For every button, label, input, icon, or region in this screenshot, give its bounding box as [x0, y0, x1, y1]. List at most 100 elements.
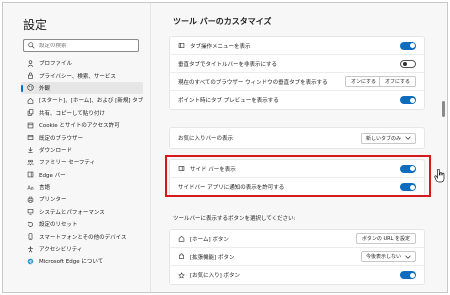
sidebar-item-privacy[interactable]: プライバシー、検索、サービス [21, 69, 143, 81]
palette-icon [27, 84, 34, 92]
highlight-box [165, 155, 431, 197]
sidebar-item-label: ダウンロード [39, 147, 73, 154]
sidebar-item-phone[interactable]: スマートフォンとその他のデバイス [21, 230, 143, 242]
sidebar-item-printers[interactable]: プリンター [21, 193, 143, 205]
settings-sidebar: 設定 プロファイル プライバシー、検索、サービス 外観 [スタート]、[ホーム]… [3, 3, 151, 292]
printer-icon [27, 196, 34, 203]
toolbar-buttons-card: [ホーム] ボタン ボタンの URL を設定 [拡張機能] ボタン 今後表示しな… [169, 229, 425, 285]
system-icon [27, 209, 34, 215]
extensions-select-value: 今後表示しない [365, 254, 401, 260]
sidebar-item-start-home[interactable]: [スタート]、[ホーム]、および [新規] タブ [21, 94, 143, 106]
settings-main: ツール バーのカスタマイズ タブ操作メニューを表示 垂直タブでタイトルバーを非表… [151, 3, 447, 292]
hand-cursor-icon [434, 169, 445, 183]
download-icon [28, 147, 33, 154]
settings-nav: プロファイル プライバシー、検索、サービス 外観 [スタート]、[ホーム]、およ… [21, 57, 143, 268]
scrollbar-thumb[interactable] [442, 101, 445, 117]
browser-icon [27, 135, 34, 140]
share-icon [27, 109, 34, 116]
vertical-tabs-on-button[interactable]: オンにする [344, 76, 382, 87]
favorites-icon [178, 271, 185, 279]
favorites-bar-label: お気に入りバーの表示 [178, 136, 234, 142]
vertical-tabs-off-button[interactable]: オフにする [378, 76, 416, 87]
home-button-label: [ホーム] ボタン [190, 236, 229, 243]
tab-actions-label: タブ操作メニューを表示 [190, 43, 251, 50]
extensions-icon [179, 253, 184, 259]
sidebar-item-downloads[interactable]: ダウンロード [21, 144, 143, 156]
sidebar-item-cookies[interactable]: Cookie とサイトのアクセス許可 [21, 119, 143, 131]
sidebar-item-accessibility[interactable]: アクセシビリティ [21, 243, 143, 255]
set-home-url-button[interactable]: ボタンの URL を設定 [355, 233, 416, 244]
extensions-button-select[interactable]: 今後表示しない [360, 251, 416, 262]
sidebar-item-appearance[interactable]: 外観 [21, 81, 143, 95]
list-item: ポイント時にタブ プレビューを表示する [170, 91, 424, 109]
hide-title-bar-label: 垂直タブでタイトルバーを非表示にする [178, 61, 278, 68]
sidebar-item-about[interactable]: Microsoft Edge について [21, 255, 143, 267]
sidebar-item-label: [スタート]、[ホーム]、および [新規] タブ [39, 98, 144, 105]
list-item: [拡張機能] ボタン 今後表示しない [170, 248, 424, 266]
person-icon [27, 60, 34, 67]
tab-actions-icon [178, 43, 185, 48]
sidebar-item-label: システムとパフォーマンス [39, 209, 105, 216]
chevron-down-icon [405, 255, 411, 259]
cookie-icon [27, 122, 34, 128]
sidebar-item-label: 既定のブラウザー [39, 135, 84, 142]
favorites-bar-card: お気に入りバーの表示 新しいタブのみ [169, 127, 425, 149]
sidebar-item-label: プリンター [39, 197, 67, 204]
list-item: 現在のすべてのブラウザー ウィンドウの垂直タブを表示する オンにする オフにする [170, 73, 424, 91]
lock-icon [28, 72, 33, 79]
tab-actions-toggle[interactable] [400, 41, 416, 50]
list-item: [お気に入り] ボタン [170, 266, 424, 284]
extensions-button-label: [拡張機能] ボタン [190, 254, 235, 261]
sidebar-item-profiles[interactable]: プロファイル [21, 57, 143, 69]
sidebar-item-label: 言語 [39, 185, 51, 192]
phone-icon [28, 233, 33, 240]
sidebar-item-label: プロファイル [39, 61, 73, 68]
sidebar-item-label: 設定のリセット [39, 222, 78, 229]
sidebar-item-label: ファミリー セーフティ [39, 160, 96, 167]
sidebar-item-label: 外観 [39, 85, 51, 92]
edge-bar-icon [27, 171, 34, 178]
home-icon [27, 97, 34, 104]
sidebar-item-label: アクセシビリティ [39, 247, 83, 254]
accessibility-icon [28, 246, 33, 253]
list-item: 垂直タブでタイトルバーを非表示にする [170, 55, 424, 73]
list-item: タブ操作メニューを表示 [170, 37, 424, 55]
tab-preview-label: ポイント時にタブ プレビューを表示する [178, 98, 279, 104]
section-title: ツール バーのカスタマイズ [173, 17, 272, 26]
edge-logo-icon [27, 258, 34, 265]
chevron-down-icon [405, 136, 411, 140]
sidebar-item-label: 共有、コピーして貼り付け [39, 110, 105, 117]
list-item: [ホーム] ボタン ボタンの URL を設定 [170, 230, 424, 248]
page-title: 設定 [23, 18, 48, 32]
sidebar-item-default-browser[interactable]: 既定のブラウザー [21, 131, 143, 143]
sidebar-item-family[interactable]: ファミリー セーフティ [21, 156, 143, 168]
sidebar-item-system[interactable]: システムとパフォーマンス [21, 206, 143, 218]
sidebar-item-reset[interactable]: 設定のリセット [21, 218, 143, 230]
list-item: お気に入りバーの表示 新しいタブのみ [170, 128, 424, 148]
tab-preview-toggle[interactable] [400, 96, 416, 104]
sidebar-item-label: プライバシー、検索、サービス [39, 73, 116, 80]
sidebar-item-languages[interactable]: Aあ 言語 [21, 181, 143, 193]
home-icon [178, 235, 185, 242]
settings-window: 設定 プロファイル プライバシー、検索、サービス 外観 [スタート]、[ホーム]… [2, 2, 448, 293]
family-icon [27, 159, 34, 166]
sidebar-item-label: Edge バー [39, 172, 66, 179]
vertical-tabs-label: 現在のすべてのブラウザー ウィンドウの垂直タブを表示する [178, 79, 328, 86]
search-box[interactable] [23, 39, 139, 52]
hide-title-bar-toggle[interactable] [400, 59, 416, 68]
toolbar-buttons-heading: ツールバーに表示するボタンを選択してください: [173, 216, 296, 222]
sidebar-item-edge-bar[interactable]: Edge バー [21, 169, 143, 181]
favorites-bar-select-value: 新しいタブのみ [365, 135, 401, 142]
sidebar-item-label: スマートフォンとその他のデバイス [39, 234, 127, 241]
favorites-button-toggle[interactable] [400, 271, 416, 279]
language-icon: Aあ [27, 185, 35, 190]
tab-settings-card: タブ操作メニューを表示 垂直タブでタイトルバーを非表示にする 現在のすべてのブラ… [169, 36, 425, 110]
sidebar-item-label: Microsoft Edge について [39, 259, 104, 266]
search-input[interactable] [39, 42, 134, 49]
search-icon [28, 42, 35, 49]
favorites-bar-select[interactable]: 新しいタブのみ [360, 132, 416, 144]
svg-text:あ: あ [31, 185, 35, 190]
sidebar-item-label: Cookie とサイトのアクセス許可 [39, 123, 120, 130]
sidebar-item-share[interactable]: 共有、コピーして貼り付け [21, 107, 143, 119]
reset-icon [27, 221, 33, 227]
